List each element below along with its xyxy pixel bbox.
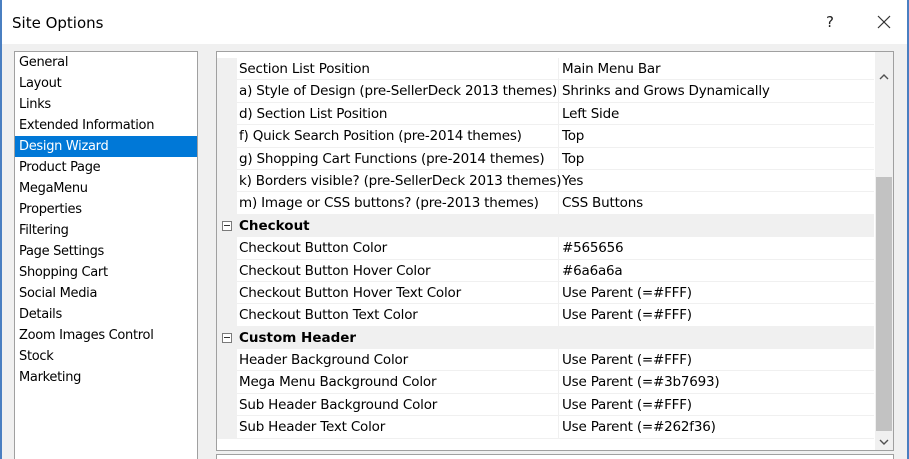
- title-bar: Site Options ?: [2, 0, 907, 44]
- property-row[interactable]: Sub Header Text Color Use Parent (=#262f…: [217, 416, 874, 439]
- property-row[interactable]: Checkout Button Hover Text Color Use Par…: [217, 281, 874, 305]
- category-checkout[interactable]: Checkout: [217, 214, 874, 238]
- property-name: k) Borders visible? (pre-SellerDeck 2013…: [237, 169, 561, 193]
- property-grid: Section List Position Main Menu Bar a) S…: [216, 51, 894, 451]
- property-value[interactable]: Shrinks and Grows Dynamically: [559, 80, 874, 103]
- property-value[interactable]: #6a6a6a: [559, 260, 874, 282]
- property-name: Sub Header Background Color: [237, 393, 559, 417]
- property-value[interactable]: Use Parent (=#262f36): [559, 416, 874, 439]
- property-row[interactable]: Checkout Button Hover Color #6a6a6a: [217, 259, 874, 282]
- close-button[interactable]: [869, 9, 899, 35]
- property-value[interactable]: #565656: [559, 237, 874, 260]
- description-pane: [216, 454, 894, 459]
- close-icon: [877, 15, 891, 29]
- property-value[interactable]: Use Parent (=#FFF): [559, 304, 874, 327]
- property-value[interactable]: Use Parent (=#FFF): [559, 282, 874, 305]
- nav-item-megamenu[interactable]: MegaMenu: [15, 178, 197, 199]
- nav-item-filtering[interactable]: Filtering: [15, 220, 197, 241]
- collapse-icon[interactable]: [222, 332, 232, 343]
- nav-item-zoom-images-control[interactable]: Zoom Images Control: [15, 325, 197, 346]
- property-row[interactable]: g) Shopping Cart Functions (pre-2014 the…: [217, 147, 874, 170]
- property-row[interactable]: Sub Header Background Color Use Parent (…: [217, 393, 874, 417]
- category-label: Custom Header: [239, 329, 357, 346]
- collapse-icon[interactable]: [222, 220, 232, 231]
- options-nav-list: General Layout Links Extended Informatio…: [14, 51, 198, 459]
- category-label: Checkout: [239, 217, 310, 234]
- property-row[interactable]: Section List Position Main Menu Bar: [217, 58, 874, 81]
- vertical-scrollbar[interactable]: [875, 52, 893, 450]
- property-value[interactable]: CSS Buttons: [559, 192, 874, 215]
- nav-item-extended-information[interactable]: Extended Information: [15, 115, 197, 136]
- property-value[interactable]: Main Menu Bar: [559, 58, 874, 81]
- scroll-up-button[interactable]: [875, 68, 893, 85]
- property-name: a) Style of Design (pre-SellerDeck 2013 …: [237, 80, 559, 103]
- property-value[interactable]: Use Parent (=#FFF): [559, 394, 874, 417]
- property-name: Mega Menu Background Color: [237, 371, 559, 394]
- property-name: Section List Position: [237, 58, 559, 81]
- help-button[interactable]: ?: [815, 9, 845, 35]
- property-name: Checkout Button Color: [237, 237, 559, 260]
- property-value[interactable]: Use Parent (=#3b7693): [559, 371, 874, 394]
- property-name: g) Shopping Cart Functions (pre-2014 the…: [237, 147, 559, 170]
- nav-item-shopping-cart[interactable]: Shopping Cart: [15, 262, 197, 283]
- nav-item-marketing[interactable]: Marketing: [15, 367, 197, 388]
- nav-item-links[interactable]: Links: [15, 94, 197, 115]
- scroll-thumb[interactable]: [876, 177, 892, 431]
- property-name: Sub Header Text Color: [237, 416, 559, 439]
- chevron-down-icon: [879, 439, 889, 445]
- property-name: Checkout Button Hover Text Color: [237, 281, 559, 305]
- nav-item-product-page[interactable]: Product Page: [15, 157, 197, 178]
- property-row[interactable]: Mega Menu Background Color Use Parent (=…: [217, 371, 874, 394]
- nav-item-design-wizard[interactable]: Design Wizard: [15, 136, 197, 157]
- property-row[interactable]: Checkout Button Color #565656: [217, 237, 874, 260]
- dialog-client-area: General Layout Links Extended Informatio…: [2, 44, 907, 459]
- property-name: Checkout Button Hover Color: [237, 259, 559, 282]
- property-name: d) Section List Position: [237, 102, 559, 126]
- chevron-up-icon: [879, 74, 889, 80]
- nav-item-page-settings[interactable]: Page Settings: [15, 241, 197, 262]
- property-row[interactable]: f) Quick Search Position (pre-2014 theme…: [217, 125, 874, 148]
- nav-item-stock[interactable]: Stock: [15, 346, 197, 367]
- nav-item-properties[interactable]: Properties: [15, 199, 197, 220]
- property-grid-rows: Section List Position Main Menu Bar a) S…: [217, 58, 874, 439]
- property-value[interactable]: Left Side: [559, 103, 874, 126]
- property-row[interactable]: Header Background Color Use Parent (=#FF…: [217, 349, 874, 372]
- category-custom-header[interactable]: Custom Header: [217, 326, 874, 350]
- nav-item-general[interactable]: General: [15, 52, 197, 73]
- nav-item-details[interactable]: Details: [15, 304, 197, 325]
- property-name: m) Image or CSS buttons? (pre-2013 theme…: [237, 192, 559, 215]
- property-row[interactable]: Checkout Button Text Color Use Parent (=…: [217, 304, 874, 327]
- site-options-window: Site Options ? General Layout Links Exte…: [0, 0, 909, 459]
- property-value[interactable]: Yes: [559, 170, 874, 193]
- window-title: Site Options: [12, 14, 104, 32]
- property-name: Checkout Button Text Color: [237, 304, 559, 327]
- property-row[interactable]: m) Image or CSS buttons? (pre-2013 theme…: [217, 192, 874, 215]
- nav-item-social-media[interactable]: Social Media: [15, 283, 197, 304]
- scroll-down-button[interactable]: [875, 433, 893, 450]
- property-value[interactable]: Top: [559, 125, 874, 148]
- property-name: f) Quick Search Position (pre-2014 theme…: [237, 125, 559, 148]
- property-value[interactable]: Use Parent (=#FFF): [559, 349, 874, 372]
- property-value[interactable]: Top: [559, 148, 874, 170]
- nav-item-layout[interactable]: Layout: [15, 73, 197, 94]
- property-name: Header Background Color: [237, 349, 559, 372]
- property-row[interactable]: d) Section List Position Left Side: [217, 102, 874, 126]
- property-row[interactable]: a) Style of Design (pre-SellerDeck 2013 …: [217, 80, 874, 103]
- property-row[interactable]: k) Borders visible? (pre-SellerDeck 2013…: [217, 169, 874, 193]
